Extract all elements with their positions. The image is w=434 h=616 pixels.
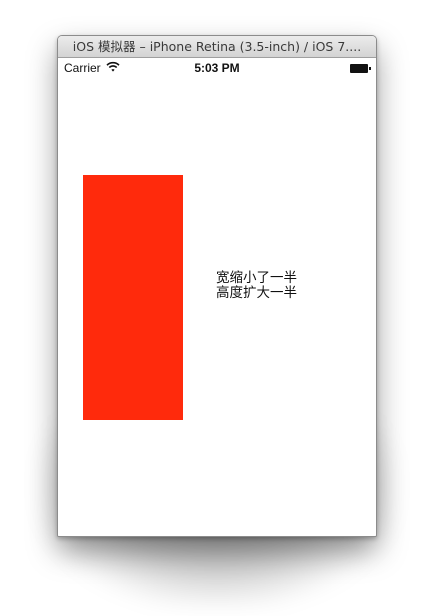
label-line-height: 高度扩大一半 <box>216 285 297 301</box>
main-button[interactable]: Button <box>168 527 268 536</box>
description-label: 宽缩小了一半 高度扩大一半 <box>216 271 326 301</box>
screen: iOS 模拟器 – iPhone Retina (3.5-inch) / iOS… <box>0 0 434 616</box>
label-line-width: 宽缩小了一半 <box>216 270 297 286</box>
status-bar: Carrier 5:03 PM <box>58 58 376 78</box>
red-view <box>83 175 183 420</box>
status-time: 5:03 PM <box>194 61 240 75</box>
window-title[interactable]: iOS 模拟器 – iPhone Retina (3.5-inch) / iOS… <box>58 36 376 58</box>
simulator-window: iOS 模拟器 – iPhone Retina (3.5-inch) / iOS… <box>57 35 377 537</box>
battery-icon <box>350 64 371 73</box>
app-content: 宽缩小了一半 高度扩大一半 Button <box>58 78 376 536</box>
